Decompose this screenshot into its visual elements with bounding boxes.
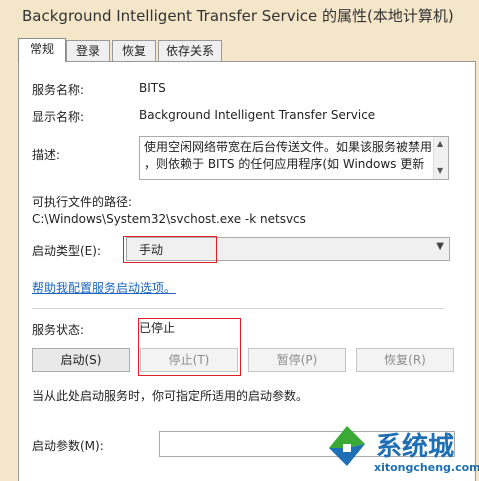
- startup-type-select[interactable]: 手动 ▼: [126, 237, 450, 261]
- exe-path-label: 可执行文件的路径:: [32, 195, 133, 209]
- startup-type-label: 启动类型(E):: [32, 244, 101, 258]
- description-textbox[interactable]: 使用空闲网络带宽在后台传送文件。如果该服务被禁用 ，则依赖于 BITS 的任何应…: [139, 136, 449, 180]
- general-panel: 服务名称: BITS 显示名称: Background Intelligent …: [18, 61, 476, 481]
- start-button[interactable]: 启动(S): [32, 348, 130, 372]
- description-label: 描述:: [32, 148, 61, 162]
- stop-button[interactable]: 停止(T): [140, 348, 238, 372]
- display-name-value: Background Intelligent Transfer Service: [139, 108, 376, 122]
- chevron-down-icon: ▼: [436, 241, 444, 252]
- service-status-label: 服务状态:: [32, 323, 85, 337]
- exe-path-value: C:\Windows\System32\svchost.exe -k netsv…: [32, 212, 306, 226]
- scroll-up-icon[interactable]: ▲: [437, 139, 443, 148]
- scroll-down-icon[interactable]: ▼: [437, 166, 443, 175]
- window-title: Background Intelligent Transfer Service …: [22, 7, 454, 25]
- start-params-label: 启动参数(M):: [32, 439, 104, 453]
- description-scrollbar[interactable]: ▲ ▼: [433, 137, 448, 179]
- watermark-logo-icon: [329, 426, 365, 466]
- startup-hint: 当从此处启动服务时，你可指定所适用的启动参数。: [32, 389, 309, 403]
- service-name-label: 服务名称:: [32, 83, 85, 97]
- tab-dependencies[interactable]: 依存关系: [158, 40, 222, 61]
- tab-recovery[interactable]: 恢复: [112, 40, 156, 61]
- tab-logon[interactable]: 登录: [66, 40, 110, 61]
- startup-type-value: 手动: [139, 243, 164, 257]
- service-status-value: 已停止: [139, 321, 176, 335]
- help-configure-link[interactable]: 帮助我配置服务启动选项。: [32, 279, 176, 296]
- display-name-label: 显示名称:: [32, 110, 85, 124]
- tab-general[interactable]: 常规: [18, 38, 66, 62]
- title-bar: Background Intelligent Transfer Service …: [0, 0, 479, 34]
- description-line-1: 使用空闲网络带宽在后台传送文件。如果该服务被禁用: [144, 140, 433, 154]
- description-text: 使用空闲网络带宽在后台传送文件。如果该服务被禁用 ，则依赖于 BITS 的任何应…: [144, 139, 434, 173]
- pause-button[interactable]: 暂停(P): [248, 348, 346, 372]
- watermark-text: 系统城: [376, 432, 455, 462]
- watermark-url: xitongcheng.com: [374, 461, 479, 474]
- resume-button[interactable]: 恢复(R): [356, 348, 454, 372]
- separator: [32, 308, 444, 309]
- service-name-value: BITS: [139, 81, 166, 95]
- watermark: 系统城 xitongcheng.com: [322, 424, 479, 480]
- description-line-2: ，则依赖于 BITS 的任何应用程序(如 Windows 更新: [144, 157, 425, 171]
